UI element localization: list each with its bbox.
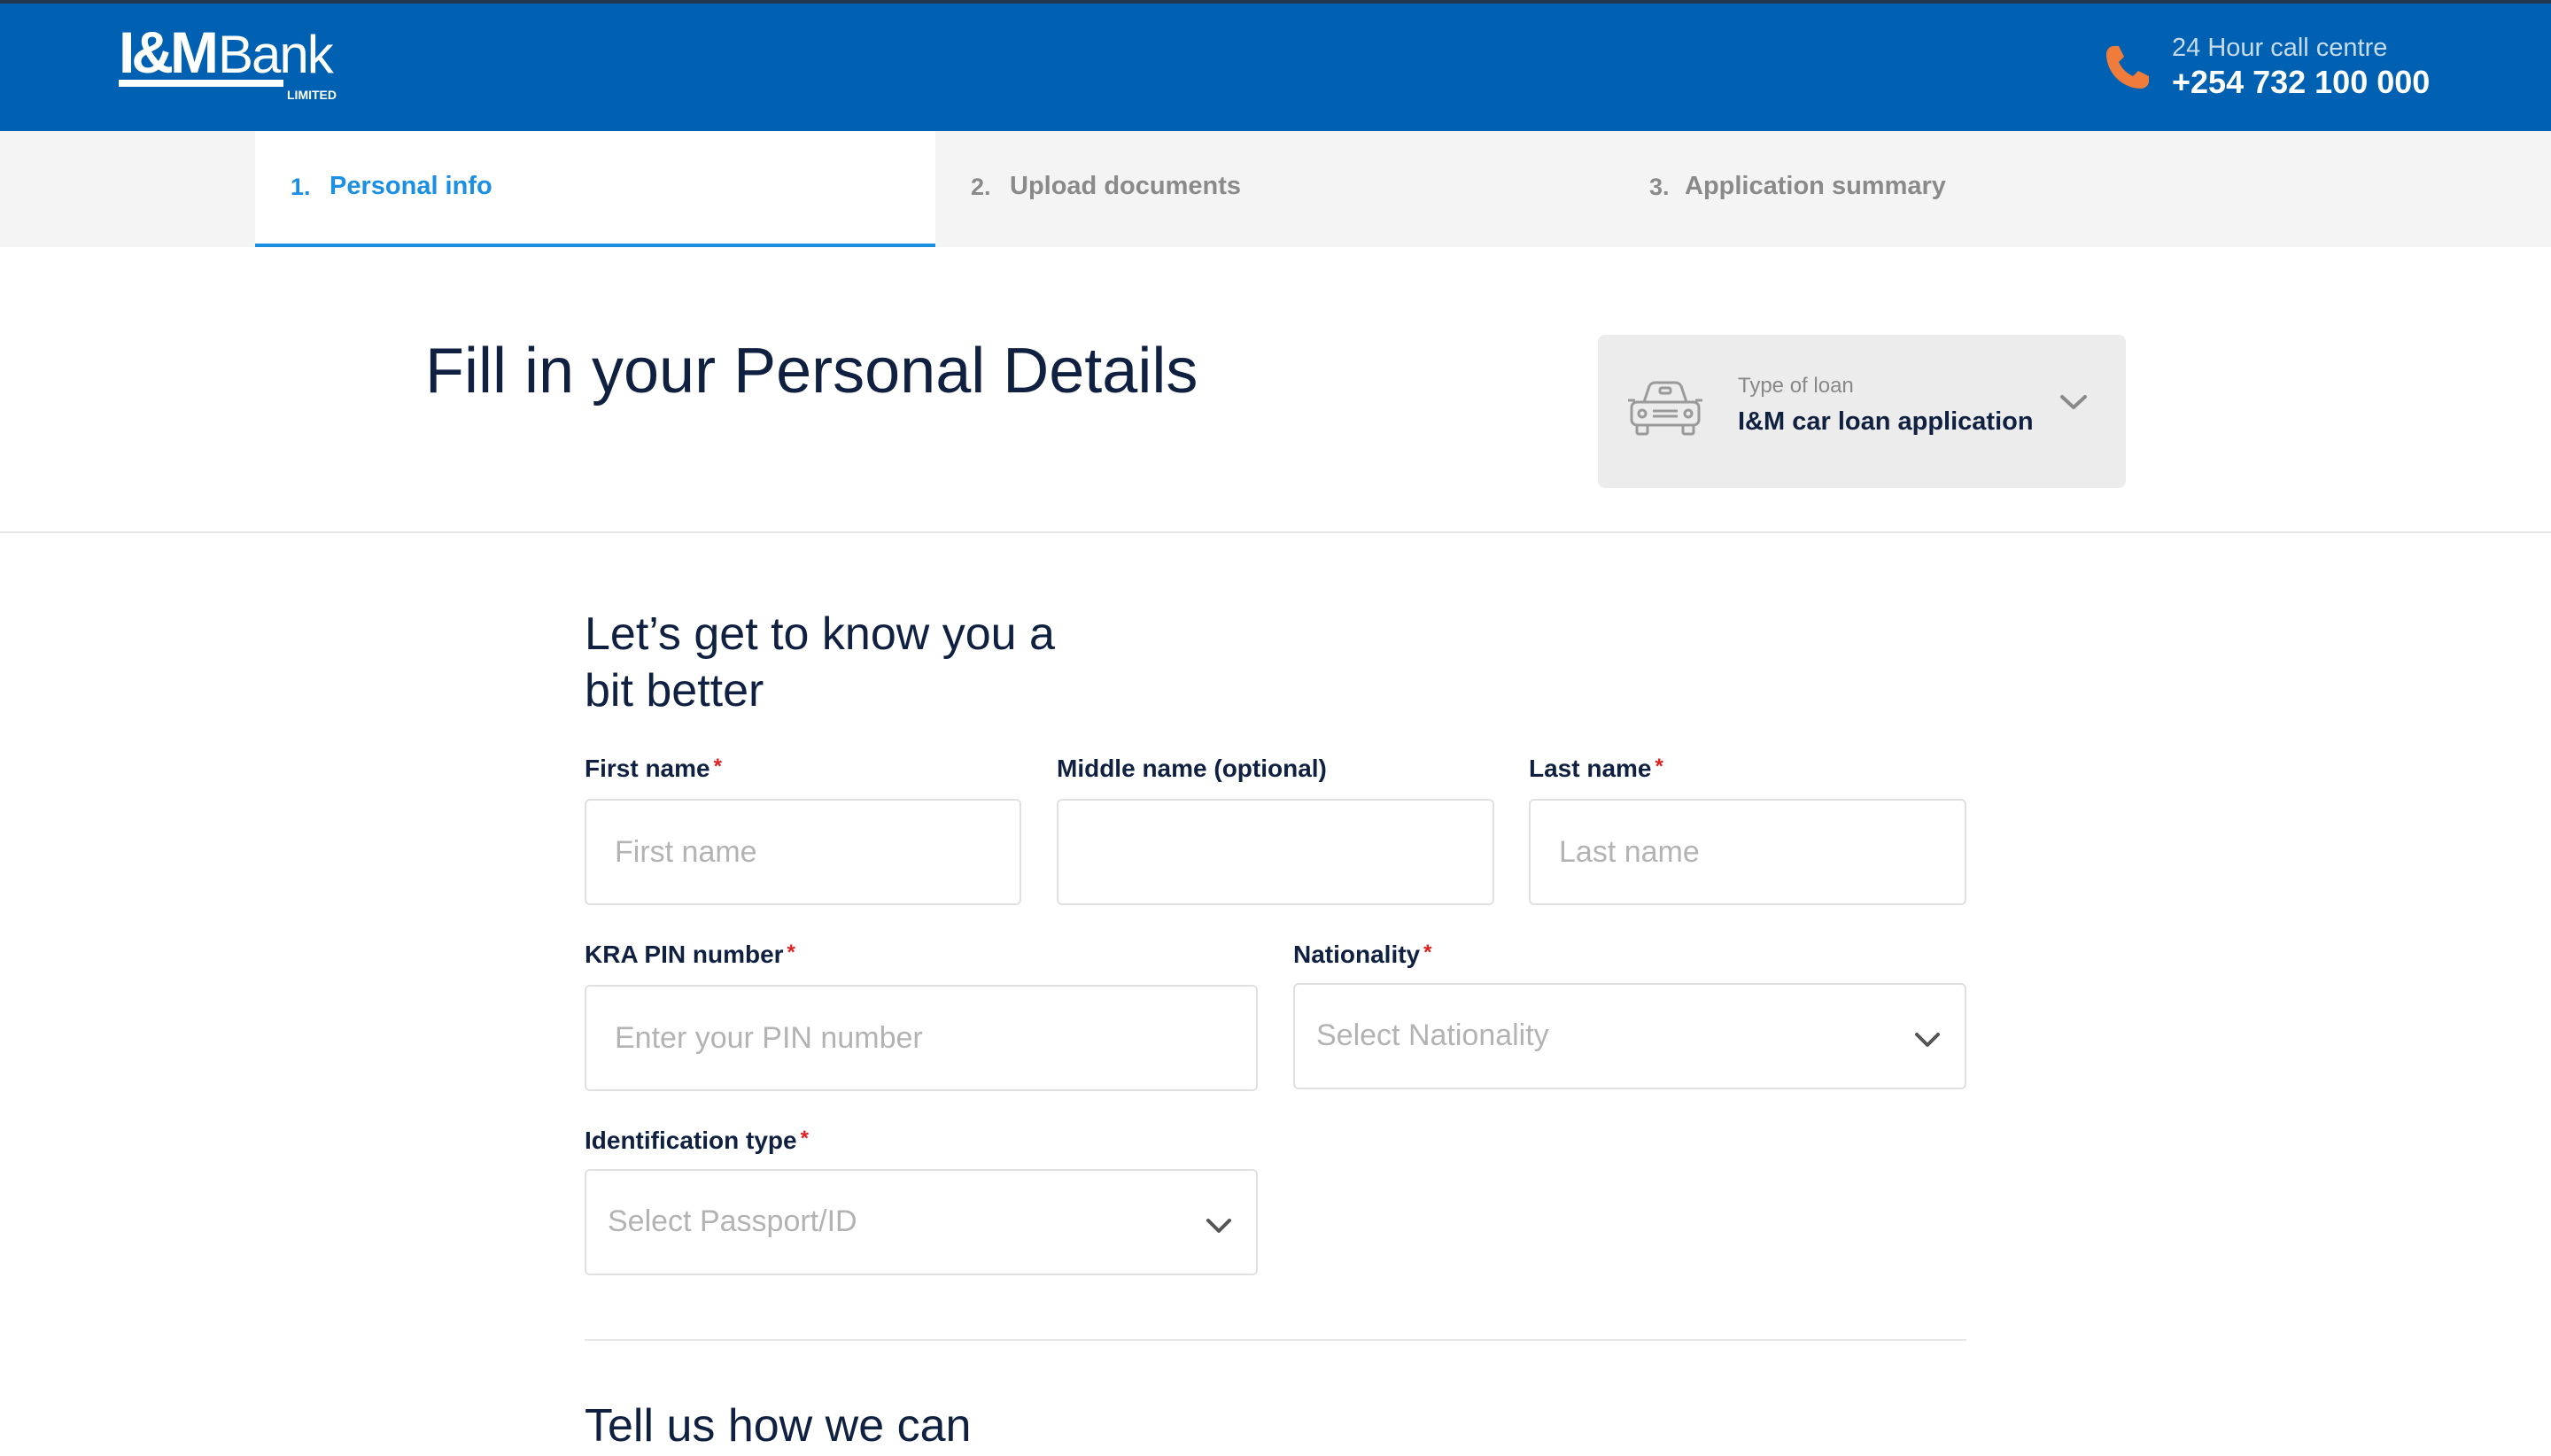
last-name-input[interactable] bbox=[1529, 799, 1966, 905]
nationality-label: Nationality * bbox=[1293, 941, 1431, 969]
application-steps: 1. Personal info 2. Upload documents 3. … bbox=[0, 131, 2551, 247]
first-name-label: First name * bbox=[585, 755, 722, 783]
site-header: I&M Bank LIMITED 24 Hour call centre +25… bbox=[0, 4, 2551, 131]
step-application-summary[interactable]: 3. Application summary bbox=[1614, 131, 2292, 247]
chevron-down-icon bbox=[2060, 395, 2087, 409]
chevron-down-icon bbox=[1206, 1219, 1231, 1233]
step-label: Personal info bbox=[330, 172, 492, 200]
step-number: 2. bbox=[971, 174, 991, 200]
svg-text:Bank: Bank bbox=[218, 28, 335, 84]
required-marker: * bbox=[787, 941, 795, 964]
phone-icon bbox=[2106, 46, 2149, 89]
first-name-input[interactable] bbox=[585, 799, 1021, 905]
chevron-down-icon bbox=[1915, 1033, 1940, 1047]
identification-type-placeholder: Select Passport/ID bbox=[608, 1204, 857, 1238]
page-title: Fill in your Personal Details bbox=[425, 336, 1198, 407]
call-centre-number[interactable]: +254 732 100 000 bbox=[2172, 64, 2430, 101]
required-marker: * bbox=[1423, 941, 1432, 964]
last-name-label-text: Last name bbox=[1529, 755, 1652, 782]
step-label: Upload documents bbox=[1010, 172, 1242, 200]
first-name-label-text: First name bbox=[585, 755, 710, 782]
kra-pin-label: KRA PIN number * bbox=[585, 941, 795, 969]
svg-text:I&M: I&M bbox=[119, 28, 215, 85]
svg-text:LIMITED: LIMITED bbox=[287, 88, 337, 102]
loan-type-value: I&M car loan application bbox=[1738, 407, 2034, 436]
section-title-know-you: Let’s get to know you a bit better bbox=[585, 608, 1055, 716]
nationality-placeholder: Select Nationality bbox=[1316, 1018, 1549, 1052]
step-upload-documents[interactable]: 2. Upload documents bbox=[935, 131, 1614, 247]
kra-pin-input[interactable] bbox=[585, 985, 1258, 1091]
nationality-select[interactable]: Select Nationality bbox=[1293, 983, 1966, 1089]
identification-type-select[interactable]: Select Passport/ID bbox=[585, 1169, 1258, 1275]
middle-name-input[interactable] bbox=[1057, 799, 1494, 905]
step-personal-info[interactable]: 1. Personal info bbox=[255, 131, 935, 247]
step-label: Application summary bbox=[1685, 172, 1946, 200]
loan-type-label: Type of loan bbox=[1738, 374, 1854, 398]
required-marker: * bbox=[713, 755, 722, 778]
identification-type-label: Identification type * bbox=[585, 1127, 809, 1155]
section-divider bbox=[585, 1339, 1966, 1341]
kra-pin-label-text: KRA PIN number bbox=[585, 941, 784, 968]
im-bank-logo[interactable]: I&M Bank LIMITED bbox=[119, 28, 344, 105]
car-icon bbox=[1628, 381, 1702, 436]
middle-name-label: Middle name (optional) bbox=[1057, 755, 1327, 782]
section-divider bbox=[0, 531, 2551, 533]
identification-type-label-text: Identification type bbox=[585, 1127, 797, 1154]
loan-type-selector[interactable]: Type of loan I&M car loan application bbox=[1598, 335, 2126, 488]
nationality-label-text: Nationality bbox=[1293, 941, 1421, 968]
section-title-how-we-can: Tell us how we can bbox=[585, 1400, 972, 1452]
last-name-label: Last name * bbox=[1529, 755, 1663, 783]
call-centre-label: 24 Hour call centre bbox=[2172, 34, 2388, 62]
step-number: 1. bbox=[291, 174, 311, 200]
required-marker: * bbox=[800, 1127, 809, 1150]
required-marker: * bbox=[1655, 755, 1663, 778]
step-number: 3. bbox=[1649, 174, 1670, 200]
